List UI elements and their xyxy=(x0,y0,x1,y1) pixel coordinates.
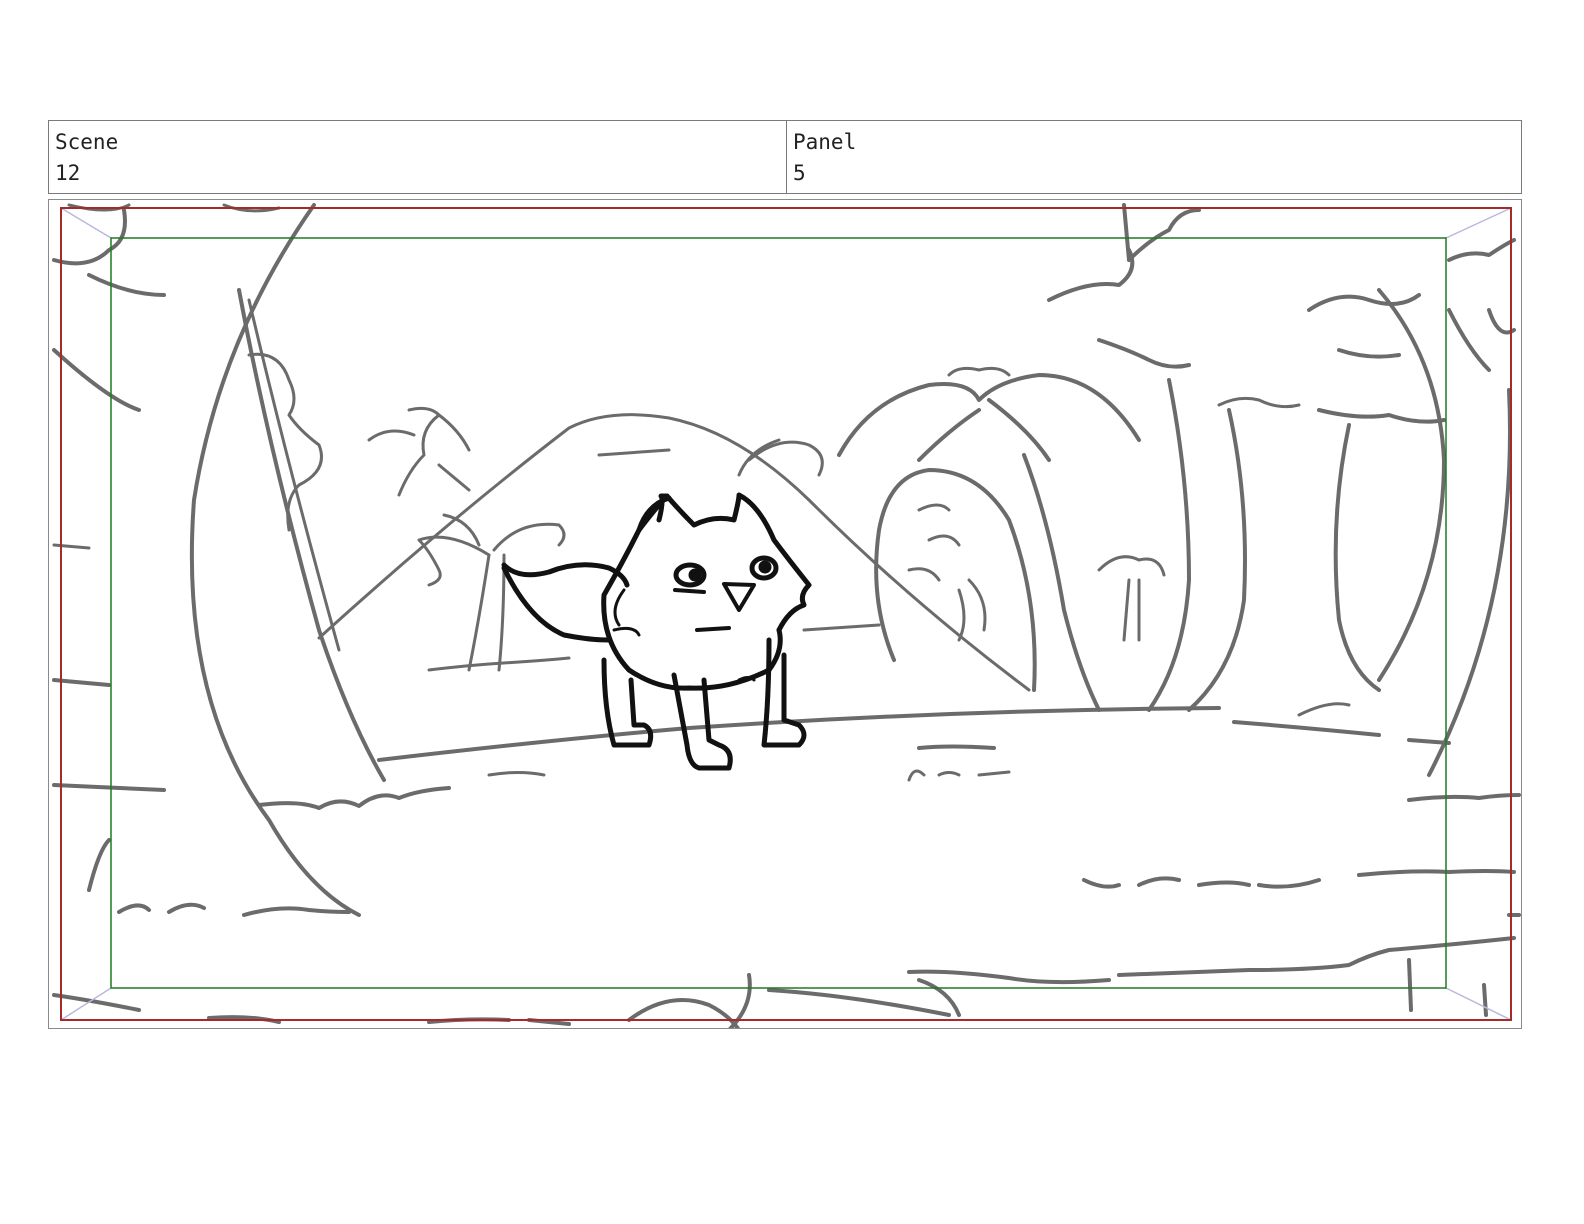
foreground-bump xyxy=(627,998,741,1028)
safe-area-guides xyxy=(60,207,1512,1021)
fox-leg-back xyxy=(761,637,807,748)
far-right-branch-3 xyxy=(1317,408,1446,424)
small-palm-trunk xyxy=(1122,578,1141,642)
right-tree-trunk-2 xyxy=(1187,408,1247,712)
scene-cell: Scene 12 xyxy=(49,121,787,193)
fox-tail-bottom xyxy=(501,565,612,643)
fox-eye-line-left xyxy=(673,588,706,594)
edge-trunk xyxy=(1427,388,1512,777)
scene-number: 12 xyxy=(55,161,81,185)
edge-branch xyxy=(1447,238,1516,262)
corner-line-top-right xyxy=(1445,207,1512,239)
right-tree-branches xyxy=(1047,248,1191,369)
foreground-line-bottom-2 xyxy=(907,969,1111,985)
palm-left-trunk-2 xyxy=(497,553,506,672)
fox-character xyxy=(501,492,812,771)
panel-info-header: Scene 12 Panel 5 xyxy=(48,120,1522,194)
edge-root xyxy=(1297,702,1351,717)
left-dash xyxy=(52,543,91,550)
right-palm-fronds xyxy=(837,373,1141,457)
small-palm xyxy=(1097,555,1166,577)
mountain-dash xyxy=(597,448,671,457)
foreground-mark-3 xyxy=(767,988,951,1017)
left-branch xyxy=(52,208,127,266)
right-palm-frond-3 xyxy=(987,398,1051,462)
foreground-grass-left xyxy=(117,902,351,917)
right-tree-branch-vertical xyxy=(1122,203,1131,262)
action-safe-rect xyxy=(60,207,1512,1021)
right-palm-trunk xyxy=(874,468,1037,692)
storyboard-sketch xyxy=(52,203,1521,1028)
panel-number: 5 xyxy=(793,161,806,185)
foreground-line-right xyxy=(1357,869,1516,877)
panel-cell: Panel 5 xyxy=(787,121,1521,193)
fox-chest-fur xyxy=(612,588,641,637)
corner-line-bottom-right xyxy=(1445,987,1512,1021)
far-right-trunk xyxy=(1333,423,1381,692)
left-branch-2 xyxy=(87,273,166,297)
palm-left-frond-2 xyxy=(492,522,566,552)
edge-grass xyxy=(1407,793,1521,802)
foreground-grass-right xyxy=(1082,876,1321,889)
ground-line-right xyxy=(1232,720,1381,737)
fox-nose xyxy=(722,582,756,612)
left-tree-trunk-outer xyxy=(189,203,361,917)
fox-mouth xyxy=(695,626,731,632)
fox-head-ears xyxy=(656,492,812,633)
grass-tufts xyxy=(257,786,451,810)
right-tree-leaves xyxy=(1217,396,1301,409)
right-tree-branch-top xyxy=(1127,208,1201,262)
left-grass xyxy=(87,838,111,892)
mountain-dash-2 xyxy=(802,623,881,632)
right-bush xyxy=(907,503,961,582)
right-bush-2 xyxy=(957,578,987,642)
storyboard-frame xyxy=(48,199,1522,1029)
foreground-line-bottom xyxy=(1117,936,1516,977)
far-right-branch-2 xyxy=(1337,348,1401,359)
fox-pupil-left xyxy=(688,568,702,582)
left-dash-3 xyxy=(52,783,166,792)
mid-grass-tufts xyxy=(907,769,1011,782)
left-tree-trunk-inner xyxy=(237,288,386,782)
corner-line-top-left xyxy=(60,207,112,239)
left-tree-bark xyxy=(247,298,341,652)
title-safe-rect xyxy=(110,237,1447,989)
left-branch-3 xyxy=(52,348,141,412)
scene-label: Scene xyxy=(55,130,119,154)
edge-branch-2 xyxy=(1447,308,1516,372)
left-dash-2 xyxy=(52,678,111,687)
fox-pupil-right xyxy=(758,560,772,574)
mid-grass xyxy=(917,744,996,750)
panel-label: Panel xyxy=(793,130,857,154)
palm-far-left-trunk xyxy=(437,463,471,492)
right-tree-trunk xyxy=(1147,378,1191,712)
palm-left-trunk xyxy=(467,553,491,672)
grass-dash xyxy=(487,771,546,777)
ground-line xyxy=(377,706,1221,762)
far-right-branch xyxy=(1307,293,1421,312)
right-palm-top xyxy=(947,366,1011,377)
right-palm-frond-4 xyxy=(917,408,981,462)
far-right-trunk-2 xyxy=(1377,288,1446,682)
